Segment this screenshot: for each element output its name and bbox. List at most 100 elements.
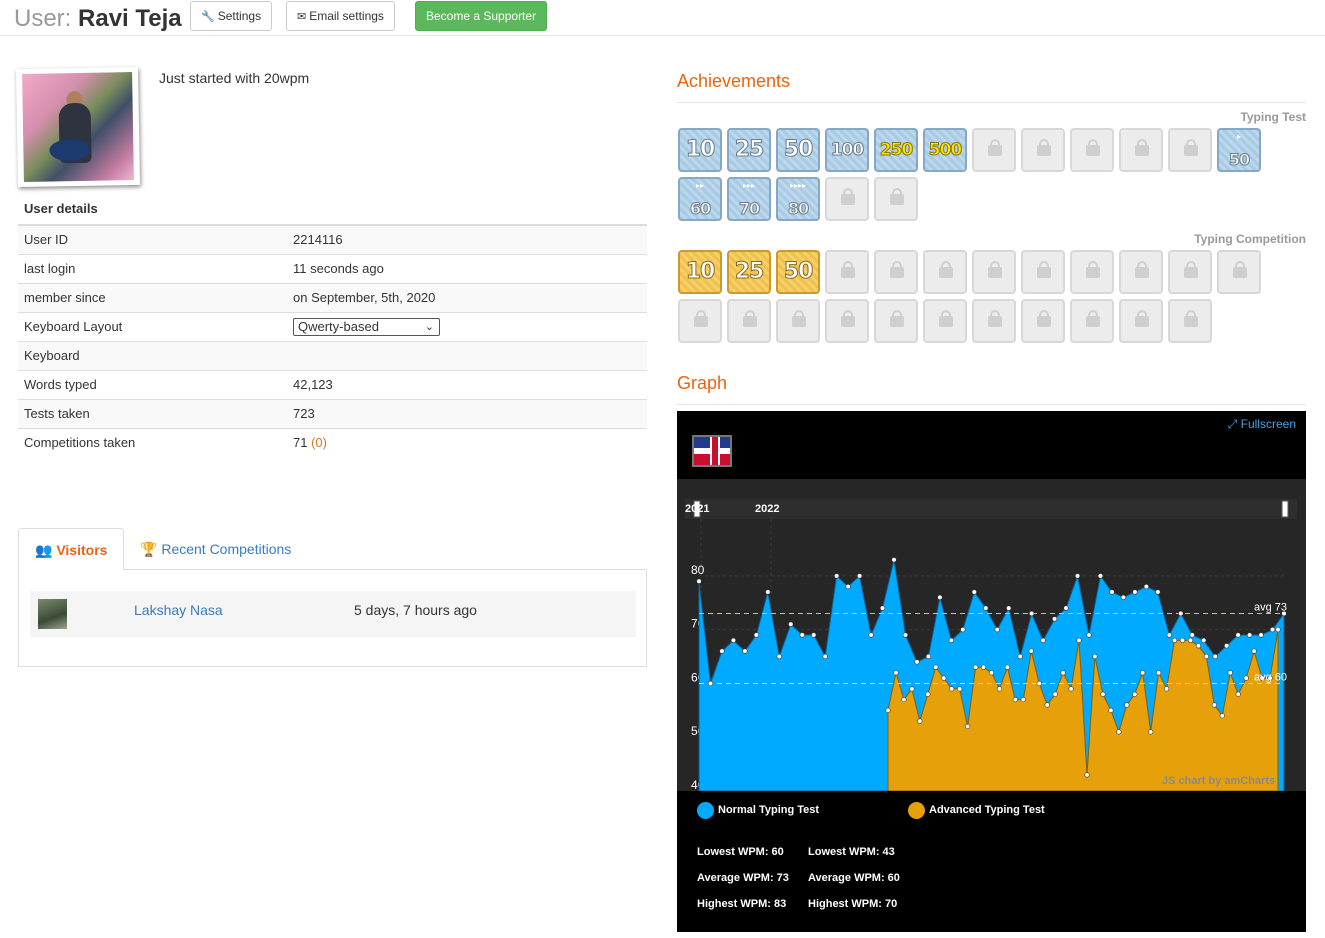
avatar-photo — [22, 72, 134, 182]
achievement-badge-10: 10 — [678, 250, 722, 294]
locked-badge — [1021, 250, 1065, 294]
keyboard-layout-select[interactable]: Qwerty-based ⌄ — [293, 317, 440, 336]
table-row: Keyboard Layout Qwerty-based ⌄ — [18, 311, 647, 341]
normal-data-point — [948, 637, 954, 644]
normal-data-point — [937, 594, 943, 600]
become-supporter-button[interactable]: Become a Supporter — [415, 1, 548, 31]
row-label: Tests taken — [18, 398, 293, 428]
normal-data-point — [1201, 637, 1207, 644]
achievement-badge-25: 25 — [727, 128, 771, 172]
locked-badge — [1070, 128, 1114, 172]
advanced-data-point — [1219, 713, 1225, 719]
speed-arrows-icon: ▸▸ — [695, 181, 705, 190]
locked-badge — [1070, 250, 1114, 294]
normal-data-point — [994, 627, 1000, 633]
lock-icon — [1037, 139, 1051, 156]
advanced-data-point — [941, 675, 947, 681]
chevron-down-icon: ⌄ — [424, 320, 434, 333]
advanced-avg-label: avg 60 — [1254, 671, 1287, 683]
lock-icon — [841, 188, 855, 205]
locked-badge — [825, 177, 869, 221]
scrollbar-handle-right — [1281, 500, 1289, 518]
badge-label: 25 — [734, 137, 765, 163]
user-details-heading: User details — [24, 201, 98, 216]
lock-icon — [1037, 310, 1051, 327]
advanced-data-point — [1020, 696, 1026, 703]
lock-icon — [988, 310, 1002, 327]
badge-label: 10 — [685, 259, 716, 285]
normal-data-point — [1006, 605, 1012, 611]
locked-badge — [1119, 299, 1163, 343]
advanced-data-point — [980, 664, 987, 670]
normal-data-point — [1258, 632, 1264, 638]
advanced-data-point — [1004, 664, 1010, 670]
normal-data-point — [696, 578, 702, 584]
tab-recent-competitions[interactable]: 🏆 Recent Competitions — [140, 541, 291, 558]
locked-badge — [1217, 250, 1261, 294]
table-row: Tests taken 723 — [18, 398, 647, 428]
lock-icon — [1135, 139, 1149, 156]
row-value: 42,123 — [293, 369, 647, 399]
advanced-data-point — [1171, 637, 1178, 644]
lock-icon — [841, 261, 855, 278]
legend-normal-swatch — [697, 802, 714, 819]
graph-title: Graph — [677, 373, 728, 393]
locked-badge — [678, 299, 722, 343]
advanced-data-point — [964, 723, 971, 730]
lock-icon — [1135, 261, 1149, 278]
legend-normal-label: Normal Typing Test — [718, 804, 820, 816]
locked-badge — [874, 250, 918, 294]
normal-data-point — [856, 573, 863, 579]
speed-arrows-icon: ▸ — [1236, 132, 1241, 141]
row-label: User ID — [18, 224, 293, 254]
locked-badge — [1119, 250, 1163, 294]
locked-badge — [1119, 128, 1163, 172]
advanced-data-point — [1012, 696, 1018, 703]
page-title: User: Ravi Teja — [14, 5, 182, 33]
achievement-badge-100: 100 — [825, 128, 869, 172]
row-label: Keyboard Layout — [18, 311, 293, 341]
lock-icon — [1086, 310, 1100, 327]
users-icon: 👥 — [35, 542, 53, 558]
row-label: Keyboard — [18, 340, 293, 370]
advanced-stats: Lowest WPM: 43 Average WPM: 60 Highest W… — [808, 839, 900, 917]
achievement-badge-50: 50 — [776, 128, 820, 172]
locked-badge — [923, 299, 967, 343]
badge-label: 70 — [738, 199, 760, 219]
lock-icon — [1184, 310, 1198, 327]
row-value: on September, 5th, 2020 — [293, 282, 647, 312]
normal-data-point — [1051, 616, 1058, 622]
visitor-time: 5 days, 7 hours ago — [354, 602, 477, 618]
normal-data-point — [1212, 653, 1218, 660]
achievement-badge-50: 50 — [776, 250, 820, 294]
typing-competition-subheading: Typing Competition — [1194, 232, 1306, 246]
advanced-data-point — [1116, 729, 1122, 735]
x-tick-label: 2021 — [685, 503, 709, 515]
advanced-data-point — [1243, 675, 1249, 681]
advanced-data-point — [1203, 653, 1209, 660]
locked-badge — [874, 299, 918, 343]
lock-icon — [890, 261, 904, 278]
row-value: 723 — [293, 398, 647, 428]
visitor-name-link[interactable]: Lakshay Nasa — [134, 602, 223, 618]
normal-data-point — [1269, 627, 1276, 633]
advanced-data-point — [1068, 686, 1074, 692]
achievement-badge-25: 25 — [727, 250, 771, 294]
row-label: Competitions taken — [18, 427, 293, 457]
tab-visitors[interactable]: 👥 Visitors — [18, 528, 124, 570]
advanced-data-point — [1211, 702, 1217, 708]
email-settings-button[interactable]: ✉ Email settings — [286, 1, 395, 31]
settings-button[interactable]: 🔧 Settings — [190, 1, 273, 31]
visitor-avatar[interactable] — [38, 599, 67, 629]
locked-badge — [972, 299, 1016, 343]
advanced-data-point — [996, 686, 1003, 692]
achievement-badge-70: ▸▸▸ 70 — [727, 177, 771, 221]
advanced-data-point — [988, 670, 995, 676]
table-row: Competitions taken 71 (0) — [18, 427, 647, 457]
lock-icon — [988, 261, 1002, 278]
x-tick-label: 2022 — [755, 503, 779, 515]
lock-icon — [939, 261, 953, 278]
locked-badge — [1021, 299, 1065, 343]
row-value: 11 seconds ago — [293, 253, 647, 283]
advanced-data-point — [1195, 643, 1202, 649]
